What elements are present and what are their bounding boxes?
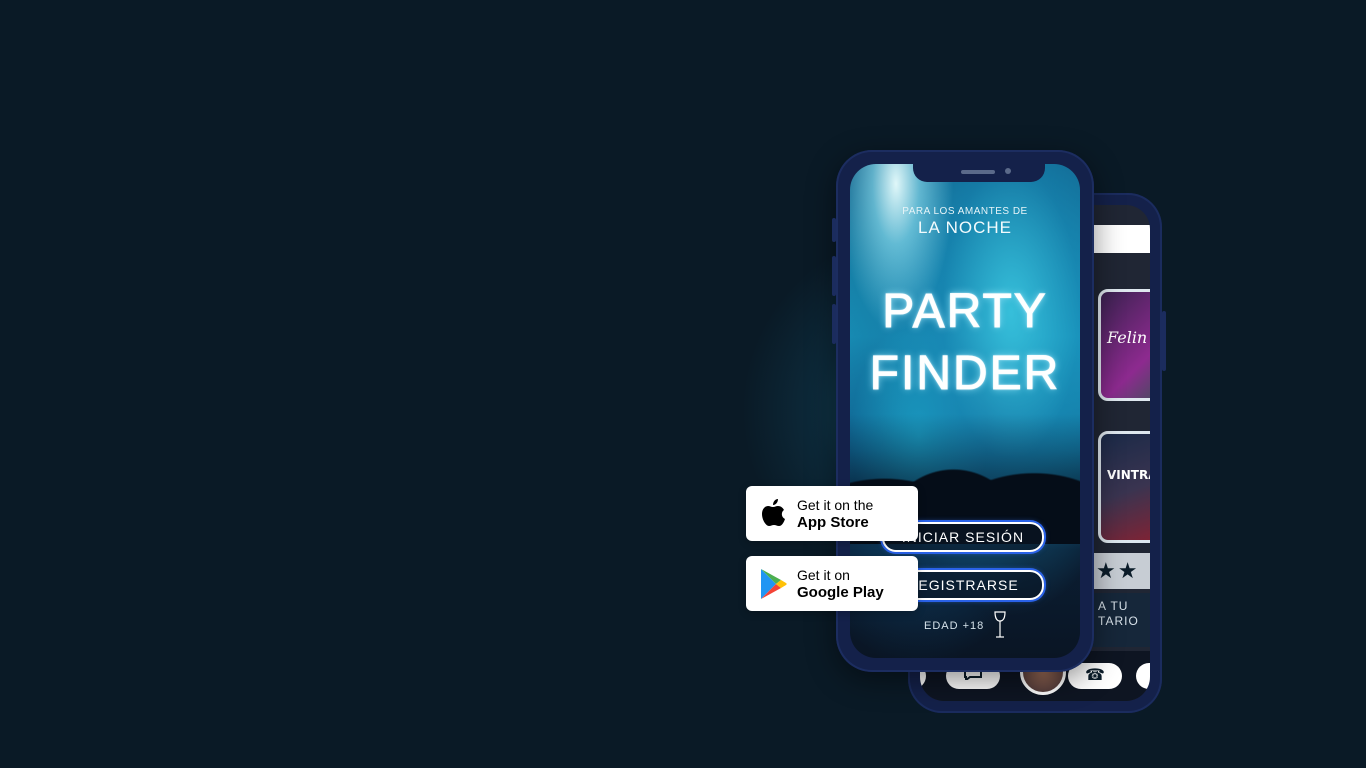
phone-side-button [832, 218, 836, 242]
venue-card-label: VINTRASH [1107, 468, 1150, 482]
speaker-icon [961, 170, 995, 174]
phone-side-button [1162, 311, 1166, 371]
app-store-title: App Store [797, 514, 869, 531]
google-play-title: Google Play [797, 584, 884, 601]
comment-prompt: A TU TARIO [1090, 593, 1150, 647]
age-label: EDAD +18 [924, 620, 985, 632]
app-title-line2: FINDER [869, 347, 1061, 401]
phone-side-button [832, 256, 836, 296]
phone-icon: ☎ [1085, 667, 1105, 684]
app-title-line1: PARTY [882, 285, 1048, 339]
comment-line: A TU [1098, 599, 1129, 613]
app-store-badge[interactable]: Get it on the App Store [746, 486, 918, 541]
google-play-badge[interactable]: Get it on Google Play [746, 556, 918, 611]
phone-notch [913, 164, 1045, 182]
apple-icon [762, 499, 785, 526]
venue-card: Felin [1098, 289, 1150, 401]
venue-card: VINTRASH [1098, 431, 1150, 543]
wine-glass-icon [994, 611, 1006, 638]
phone-side-button [832, 304, 836, 344]
comment-line: TARIO [1098, 614, 1139, 628]
tagline-small: PARA LOS AMANTES DE [902, 206, 1028, 217]
google-play-caption: Get it on [797, 567, 850, 583]
rating-stars: ★★ [1090, 553, 1150, 589]
landing-stage: Felin VINTRASH ★★ A TU TARIO ☎ [0, 0, 1366, 768]
app-store-caption: Get it on the [797, 497, 874, 513]
venue-card-label: Felin [1107, 328, 1148, 347]
google-play-icon [761, 569, 787, 599]
nav-pill [1136, 663, 1150, 689]
camera-icon [1005, 168, 1011, 174]
tagline-big: LA NOCHE [918, 218, 1012, 237]
